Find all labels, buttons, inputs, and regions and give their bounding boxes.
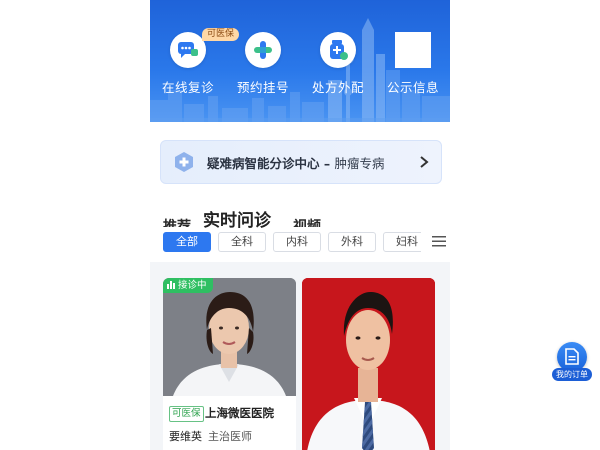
doctor-name: 要维英: [169, 430, 202, 443]
quick-action-prescription[interactable]: 处方外配: [308, 30, 368, 100]
cross-medical-icon: [245, 32, 281, 68]
doctor-card[interactable]: [302, 278, 435, 450]
quick-action-label: 处方外配: [311, 80, 364, 95]
quick-action-label: 在线复诊: [161, 80, 214, 95]
tab-recommend[interactable]: 推荐: [163, 216, 191, 227]
banner-title: 疑难病智能分诊中心 – 肿瘤专病: [207, 156, 385, 171]
department-filter: 全部 全科 内科 外科 妇科: [163, 232, 450, 252]
menu-icon[interactable]: [432, 236, 446, 247]
tab-video[interactable]: 视频: [293, 216, 321, 227]
quick-action-label: 预约挂号: [236, 80, 289, 95]
quick-action-public-info[interactable]: 公示信息: [383, 30, 443, 100]
doctor-photo: [163, 278, 296, 396]
content-area: 疑难病智能分诊中心 – 肿瘤专病 推荐 实时问诊 视频 全部 全科 内科 外科 …: [150, 122, 450, 262]
quick-action-appointment[interactable]: 预约挂号: [233, 30, 293, 100]
filter-chip-internal[interactable]: 内科: [273, 232, 321, 252]
triage-center-banner[interactable]: 疑难病智能分诊中心 – 肿瘤专病: [160, 140, 442, 184]
section-tabs: 推荐 实时问诊 视频: [163, 202, 443, 232]
doctor-title: 主治医师: [208, 430, 252, 443]
header-banner: 可医保 在线复诊 预约挂号 处方外配 公示信息: [150, 0, 450, 128]
hexagon-cross-icon: [175, 152, 193, 172]
quick-action-label: 公示信息: [386, 80, 439, 95]
quick-action-online-revisit[interactable]: 可医保 在线复诊: [158, 28, 240, 100]
doctor-card[interactable]: 接诊中 可医保 上海微医医院 要维英 主治医师: [163, 278, 296, 450]
status-badge: 接诊中: [163, 278, 213, 293]
banner-subtitle: 肿瘤专病: [334, 156, 385, 171]
my-orders-button[interactable]: 我的订单: [552, 342, 592, 382]
doctor-photo: [302, 278, 435, 450]
bar-chart-icon: [167, 281, 175, 289]
my-orders-label: 我的订单: [552, 368, 592, 381]
chevron-right-icon: [420, 156, 429, 168]
hospital-name: 上海微医医院: [205, 406, 274, 420]
blank-square-icon: [395, 32, 431, 68]
filter-chip-surgery[interactable]: 外科: [328, 232, 376, 252]
filter-chip-all[interactable]: 全部: [163, 232, 211, 252]
app-screen: 可医保 在线复诊 预约挂号 处方外配 公示信息 疑难病智能分诊中心 – 肿瘤专病…: [150, 0, 450, 450]
tab-realtime-consult[interactable]: 实时问诊: [203, 206, 271, 231]
insurance-tag: 可医保: [169, 406, 204, 422]
doctor-info: 可医保 上海微医医院 要维英 主治医师: [163, 396, 296, 450]
doctor-name-line: 要维英 主治医师: [169, 428, 252, 444]
filter-chip-general[interactable]: 全科: [218, 232, 266, 252]
chat-bubble-icon: [170, 32, 206, 68]
medicine-bottle-icon: [320, 32, 356, 68]
